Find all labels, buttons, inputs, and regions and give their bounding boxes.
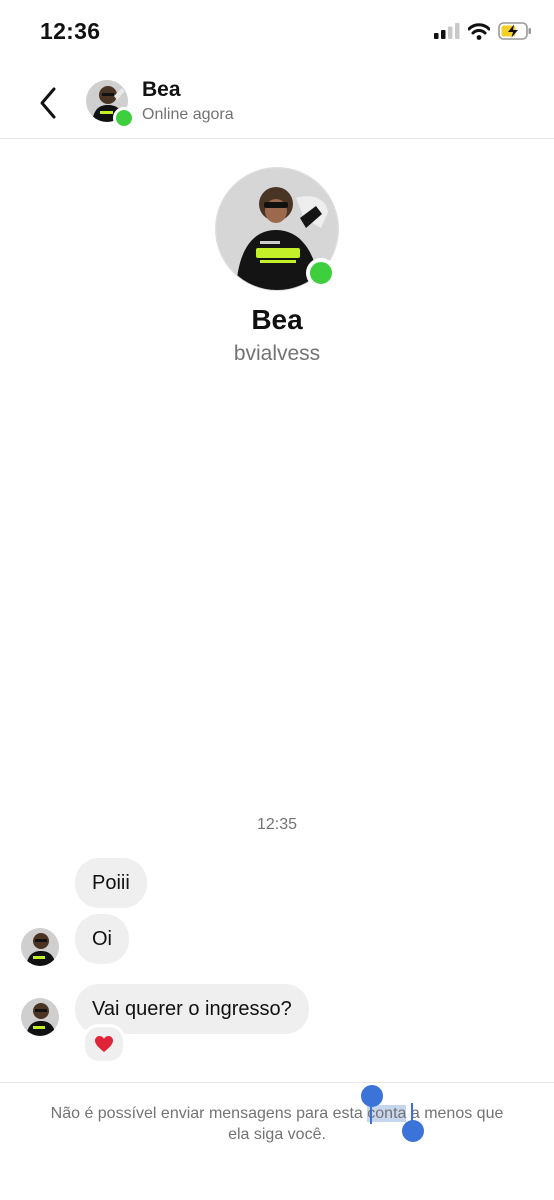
- status-icons: [434, 22, 532, 40]
- battery-charging-icon: [498, 22, 531, 40]
- status-time: 12:36: [40, 18, 101, 44]
- notice-text-part: Não é possível enviar mensagens para est…: [50, 1105, 368, 1122]
- online-status-dot: [113, 107, 135, 129]
- messaging-restriction-notice[interactable]: Não é possível enviar mensagens para est…: [30, 1103, 524, 1145]
- sender-avatar[interactable]: [21, 928, 59, 966]
- profile-username: bvialvess: [233, 342, 321, 365]
- heart-icon: [95, 1036, 113, 1052]
- selection-start-handle[interactable]: [361, 1085, 383, 1107]
- profile-name: Bea: [251, 304, 303, 335]
- sender-avatar[interactable]: [21, 998, 59, 1036]
- selected-text[interactable]: conta: [367, 1105, 407, 1122]
- profile-online-dot: [306, 258, 336, 288]
- wifi-icon: [468, 22, 490, 40]
- notice-text-part: ela siga você.: [228, 1126, 326, 1143]
- footer-divider: [0, 1082, 554, 1083]
- cellular-signal-icon: [434, 23, 460, 39]
- header-contact-name[interactable]: Bea: [142, 78, 181, 102]
- notice-text-part: a menos que: [406, 1105, 504, 1122]
- message-bubble[interactable]: Oi: [75, 914, 129, 964]
- back-chevron-icon[interactable]: [34, 86, 64, 120]
- heart-reaction[interactable]: [82, 1024, 126, 1064]
- message-bubble[interactable]: Poiii: [75, 858, 147, 908]
- chat-header: Bea Online agora: [0, 64, 554, 139]
- message-timestamp: 12:35: [256, 816, 298, 833]
- header-presence-status: Online agora: [142, 106, 234, 123]
- selection-end-handle[interactable]: [402, 1120, 424, 1142]
